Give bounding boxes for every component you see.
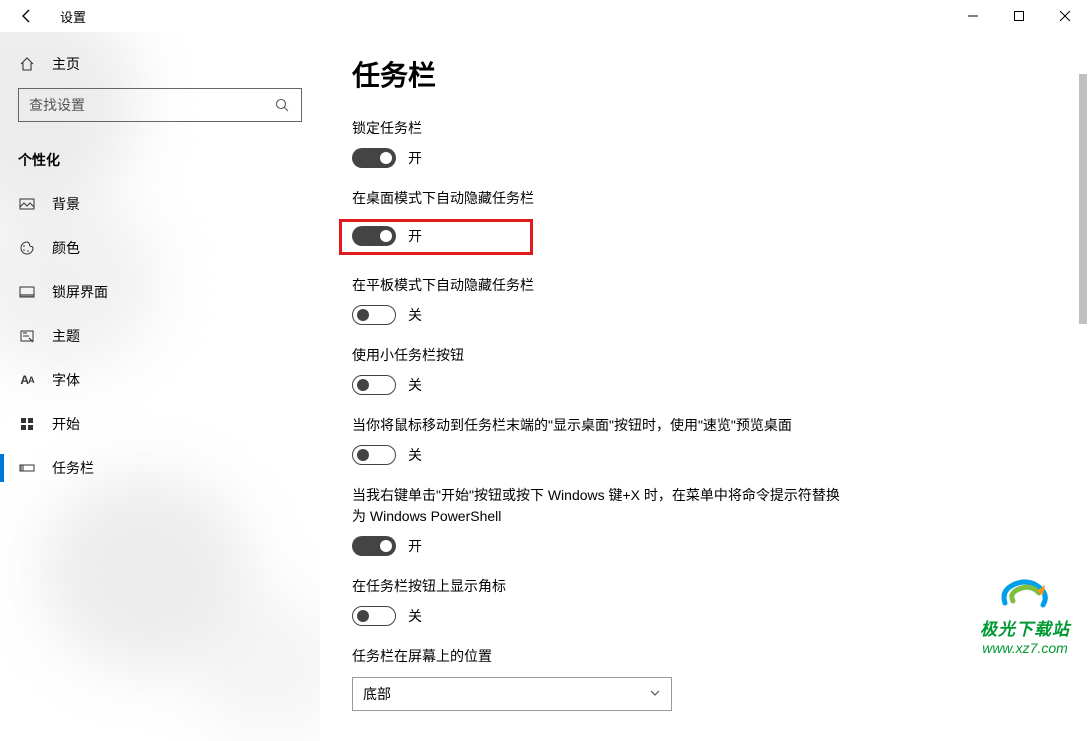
setting-small-buttons: 使用小任务栏按钮 关 <box>352 345 1056 395</box>
setting-label: 在平板模式下自动隐藏任务栏 <box>352 275 852 295</box>
home-icon <box>18 55 36 73</box>
setting-badges: 在任务栏按钮上显示角标 关 <box>352 576 1056 626</box>
setting-label: 在任务栏按钮上显示角标 <box>352 576 852 596</box>
sidebar-item-colors[interactable]: 颜色 <box>0 226 320 270</box>
sidebar-item-background[interactable]: 背景 <box>0 182 320 226</box>
toggle-state: 关 <box>408 375 422 395</box>
toggle-badges[interactable] <box>352 606 396 626</box>
nav-label: 任务栏 <box>52 458 94 478</box>
nav-label: 颜色 <box>52 238 80 258</box>
scrollbar-thumb[interactable] <box>1079 74 1087 324</box>
watermark-url: www.xz7.com <box>980 640 1070 656</box>
watermark-brand: 极光下载站 <box>980 615 1070 640</box>
lockscreen-icon <box>18 283 36 301</box>
setting-label: 任务栏在屏幕上的位置 <box>352 646 852 666</box>
sidebar-home-label: 主页 <box>52 54 80 74</box>
setting-label: 在桌面模式下自动隐藏任务栏 <box>352 188 852 208</box>
sidebar-item-fonts[interactable]: AA 字体 <box>0 358 320 402</box>
setting-autohide-desktop: 在桌面模式下自动隐藏任务栏 开 <box>352 188 1056 254</box>
watermark: 极光下载站 www.xz7.com <box>980 573 1070 656</box>
sidebar-item-themes[interactable]: 主题 <box>0 314 320 358</box>
sidebar-item-start[interactable]: 开始 <box>0 402 320 446</box>
watermark-logo-icon <box>999 573 1051 613</box>
setting-lock-taskbar: 锁定任务栏 开 <box>352 118 1056 168</box>
start-icon <box>18 415 36 433</box>
search-input[interactable] <box>29 97 273 113</box>
nav-label: 锁屏界面 <box>52 282 108 302</box>
nav-label: 主题 <box>52 326 80 346</box>
chevron-down-icon <box>649 686 661 702</box>
dropdown-taskbar-position[interactable]: 底部 <box>352 677 672 711</box>
dropdown-value: 底部 <box>363 684 391 704</box>
nav-label: 背景 <box>52 194 80 214</box>
toggle-state: 开 <box>408 226 422 246</box>
toggle-small-buttons[interactable] <box>352 375 396 395</box>
scrollbar[interactable] <box>1078 72 1088 741</box>
toggle-state: 关 <box>408 445 422 465</box>
setting-peek-desktop: 当你将鼠标移动到任务栏末端的"显示桌面"按钮时，使用"速览"预览桌面 关 <box>352 415 1056 465</box>
setting-label: 使用小任务栏按钮 <box>352 345 852 365</box>
nav-label: 开始 <box>52 414 80 434</box>
toggle-lock-taskbar[interactable] <box>352 148 396 168</box>
setting-label: 当我右键单击"开始"按钮或按下 Windows 键+X 时，在菜单中将命令提示符… <box>352 485 852 526</box>
toggle-autohide-tablet[interactable] <box>352 305 396 325</box>
sidebar-item-lockscreen[interactable]: 锁屏界面 <box>0 270 320 314</box>
page-title: 任务栏 <box>352 54 1056 94</box>
highlight-annotation: 开 <box>339 219 533 255</box>
search-icon <box>273 96 291 114</box>
font-icon: AA <box>18 371 36 389</box>
close-button[interactable] <box>1042 0 1088 32</box>
toggle-state: 关 <box>408 305 422 325</box>
sidebar: 主页 个性化 背景 颜色 锁屏界面 <box>0 32 320 741</box>
back-button[interactable] <box>14 3 40 29</box>
setting-powershell-replace: 当我右键单击"开始"按钮或按下 Windows 键+X 时，在菜单中将命令提示符… <box>352 485 1056 556</box>
setting-label: 当你将鼠标移动到任务栏末端的"显示桌面"按钮时，使用"速览"预览桌面 <box>352 415 852 435</box>
sidebar-home[interactable]: 主页 <box>0 46 320 88</box>
setting-label: 锁定任务栏 <box>352 118 852 138</box>
category-label: 个性化 <box>0 140 320 182</box>
setting-autohide-tablet: 在平板模式下自动隐藏任务栏 关 <box>352 275 1056 325</box>
content-area: 任务栏 锁定任务栏 开 在桌面模式下自动隐藏任务栏 开 在平板模式下 <box>320 32 1088 741</box>
toggle-powershell-replace[interactable] <box>352 536 396 556</box>
palette-icon <box>18 239 36 257</box>
search-box[interactable] <box>18 88 302 122</box>
taskbar-icon <box>18 459 36 477</box>
setting-taskbar-position: 任务栏在屏幕上的位置 底部 <box>352 646 1056 710</box>
app-title: 设置 <box>60 7 86 26</box>
minimize-button[interactable] <box>950 0 996 32</box>
toggle-autohide-desktop[interactable] <box>352 226 396 246</box>
toggle-state: 开 <box>408 536 422 556</box>
theme-icon <box>18 327 36 345</box>
toggle-peek-desktop[interactable] <box>352 445 396 465</box>
toggle-state: 关 <box>408 606 422 626</box>
nav-label: 字体 <box>52 370 80 390</box>
sidebar-item-taskbar[interactable]: 任务栏 <box>0 446 320 490</box>
maximize-button[interactable] <box>996 0 1042 32</box>
picture-icon <box>18 195 36 213</box>
toggle-state: 开 <box>408 148 422 168</box>
